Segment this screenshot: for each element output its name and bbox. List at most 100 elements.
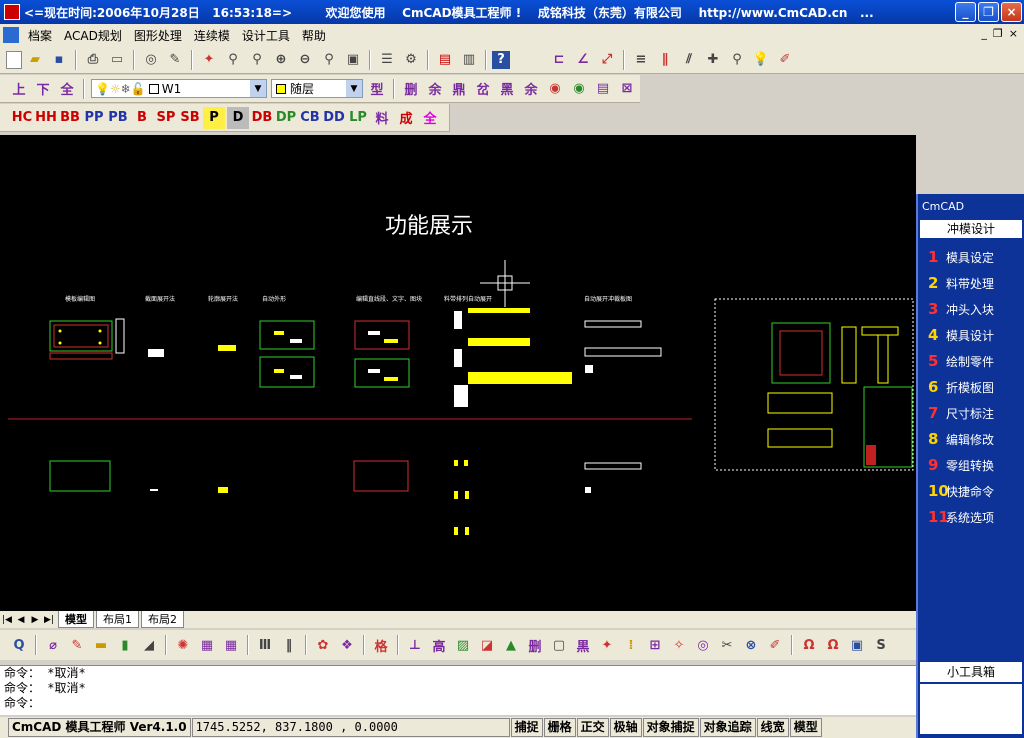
- dim-tool-18-icon[interactable]: Ω: [822, 634, 844, 656]
- mdi-minimize-button[interactable]: _: [981, 27, 987, 40]
- app-icon[interactable]: [4, 4, 20, 20]
- menu-acad-plan[interactable]: ACAD规划: [58, 27, 128, 44]
- dim-tool-20-icon[interactable]: S: [870, 634, 892, 656]
- document-icon[interactable]: [3, 27, 19, 43]
- layer-tool-3-icon[interactable]: 余: [424, 78, 446, 100]
- cad-icon[interactable]: ▤: [434, 49, 456, 71]
- angle-tool-icon[interactable]: ∠: [572, 49, 594, 71]
- dim-tool-11-icon[interactable]: ⊞: [644, 634, 666, 656]
- panel-item-shortcuts[interactable]: 10 快捷命令: [918, 478, 1024, 504]
- mold-tool-hc[interactable]: HC: [11, 107, 33, 129]
- mold-tool-bb[interactable]: BB: [59, 107, 81, 129]
- dim-tool-9-icon[interactable]: ✦: [596, 634, 618, 656]
- panel-section-title[interactable]: 冲模设计: [920, 220, 1022, 238]
- dim-tool-10-icon[interactable]: ⁞: [620, 634, 642, 656]
- mdi-close-button[interactable]: ×: [1009, 27, 1018, 40]
- design-center-icon[interactable]: ⚙: [400, 49, 422, 71]
- command-prompt[interactable]: 命令：: [4, 696, 916, 711]
- mold-tool-dp[interactable]: DP: [275, 107, 297, 129]
- layer-tool-7-icon[interactable]: 余: [520, 78, 542, 100]
- panel-item-convert[interactable]: 9 零组转换: [918, 452, 1024, 478]
- close-button[interactable]: ×: [1001, 2, 1022, 22]
- tab-next-icon[interactable]: ▶: [28, 615, 42, 625]
- zoom-window-icon[interactable]: ⚲: [246, 49, 268, 71]
- dim-tool-17-icon[interactable]: Ω: [798, 634, 820, 656]
- panel-item-dimension[interactable]: 7 尺寸标注: [918, 400, 1024, 426]
- edit-icon[interactable]: ✎: [164, 49, 186, 71]
- lines-tool-icon[interactable]: ≡: [630, 49, 652, 71]
- zoom-out-icon[interactable]: ⊖: [294, 49, 316, 71]
- draw-tool-1-icon[interactable]: ⌀: [42, 634, 64, 656]
- find-icon[interactable]: ◎: [140, 49, 162, 71]
- dim-tool-19-icon[interactable]: ▣: [846, 634, 868, 656]
- pan-icon[interactable]: ✦: [198, 49, 220, 71]
- mold-tool-sb[interactable]: SB: [179, 107, 201, 129]
- draw-tool-12-icon[interactable]: ❖: [336, 634, 358, 656]
- restore-button[interactable]: ❐: [978, 2, 999, 22]
- panel-item-draw-part[interactable]: 5 绘制零件: [918, 348, 1024, 374]
- panel-item-strip[interactable]: 2 料带处理: [918, 270, 1024, 296]
- draw-tool-9-icon[interactable]: Ⅲ: [254, 634, 276, 656]
- tab-model[interactable]: 模型: [58, 611, 94, 628]
- query-icon[interactable]: Q: [8, 634, 30, 656]
- layer-tool-9-icon[interactable]: ◉: [568, 78, 590, 100]
- layer-tool-5-icon[interactable]: 岔: [472, 78, 494, 100]
- panel-item-mold-setup[interactable]: 1 模具设定: [918, 244, 1024, 270]
- toggle-lineweight[interactable]: 线宽: [756, 718, 789, 737]
- toggle-grid[interactable]: 栅格: [543, 718, 576, 737]
- zoom-realtime-icon[interactable]: ⚲: [222, 49, 244, 71]
- mold-tool-cb[interactable]: CB: [299, 107, 321, 129]
- mold-tool-pb[interactable]: PB: [107, 107, 129, 129]
- minimize-button[interactable]: _: [955, 2, 976, 22]
- draw-tool-13-icon[interactable]: 格: [370, 634, 392, 656]
- toggle-ortho[interactable]: 正交: [576, 718, 609, 737]
- mold-tool-finish[interactable]: 成: [395, 107, 417, 129]
- light-tool-icon[interactable]: 💡: [750, 49, 772, 71]
- layer-tool-2-icon[interactable]: 删: [400, 78, 422, 100]
- new-icon[interactable]: [6, 50, 22, 69]
- mold-tool-material[interactable]: 料: [371, 107, 393, 129]
- menu-graphics[interactable]: 图形处理: [128, 27, 188, 44]
- properties-icon[interactable]: ☰: [376, 49, 398, 71]
- layer-tool-1-icon[interactable]: 型: [366, 78, 388, 100]
- mold-tool-db[interactable]: DB: [251, 107, 273, 129]
- arrow-tool-icon[interactable]: ⤢: [596, 49, 618, 71]
- draw-tool-11-icon[interactable]: ✿: [312, 634, 334, 656]
- mold-tool-all[interactable]: 全: [419, 107, 441, 129]
- draw-tool-5-icon[interactable]: ◢: [138, 634, 160, 656]
- layer-select[interactable]: 💡 ☼ ❄ 🔓 W1 ▼: [91, 79, 267, 98]
- dim-tool-16-icon[interactable]: ✐: [764, 634, 786, 656]
- toggle-model[interactable]: 模型: [789, 718, 822, 737]
- dim-tool-5-icon[interactable]: ▲: [500, 634, 522, 656]
- up-button[interactable]: 上: [8, 78, 30, 100]
- dim-icon[interactable]: ▥: [458, 49, 480, 71]
- mold-tool-b[interactable]: B: [131, 107, 153, 129]
- drawing-canvas[interactable]: 功能展示 模板编辑图 截面展开法 轮廓展开法 自动外形 编辑直线段、文字、图块 …: [0, 135, 916, 611]
- mold-tool-hh[interactable]: HH: [35, 107, 57, 129]
- zoom-extents-icon[interactable]: ▣: [342, 49, 364, 71]
- draw-tool-3-icon[interactable]: ▬: [90, 634, 112, 656]
- mold-tool-p[interactable]: P: [203, 106, 225, 129]
- tab-prev-icon[interactable]: ◀: [14, 615, 28, 625]
- command-line[interactable]: 命令： *取消* 命令： *取消* 命令：: [0, 665, 916, 715]
- dim-tool-1-icon[interactable]: ⊥: [404, 634, 426, 656]
- ortho-tool-icon[interactable]: ⊏: [548, 49, 570, 71]
- all-button[interactable]: 全: [56, 78, 78, 100]
- dim-tool-15-icon[interactable]: ⊗: [740, 634, 762, 656]
- dim-tool-8-icon[interactable]: 黒: [572, 634, 594, 656]
- panel-item-edit[interactable]: 8 编辑修改: [918, 426, 1024, 452]
- chevron-down-icon[interactable]: ▼: [346, 80, 362, 97]
- preview-icon[interactable]: ▭: [106, 49, 128, 71]
- mold-tool-sp[interactable]: SP: [155, 107, 177, 129]
- dim-tool-12-icon[interactable]: ✧: [668, 634, 690, 656]
- tab-last-icon[interactable]: ▶|: [42, 615, 56, 625]
- toggle-snap[interactable]: 捕捉: [510, 718, 543, 737]
- mold-tool-dd[interactable]: DD: [323, 107, 345, 129]
- menu-design-tools[interactable]: 设计工具: [236, 27, 296, 44]
- layer-tool-6-icon[interactable]: 黑: [496, 78, 518, 100]
- cross-tool-icon[interactable]: ✚: [702, 49, 724, 71]
- layer-tool-11-icon[interactable]: ⊠: [616, 78, 638, 100]
- open-icon[interactable]: ▰: [24, 49, 46, 71]
- dim-tool-14-icon[interactable]: ✂: [716, 634, 738, 656]
- pin-tool-icon[interactable]: ⚲: [726, 49, 748, 71]
